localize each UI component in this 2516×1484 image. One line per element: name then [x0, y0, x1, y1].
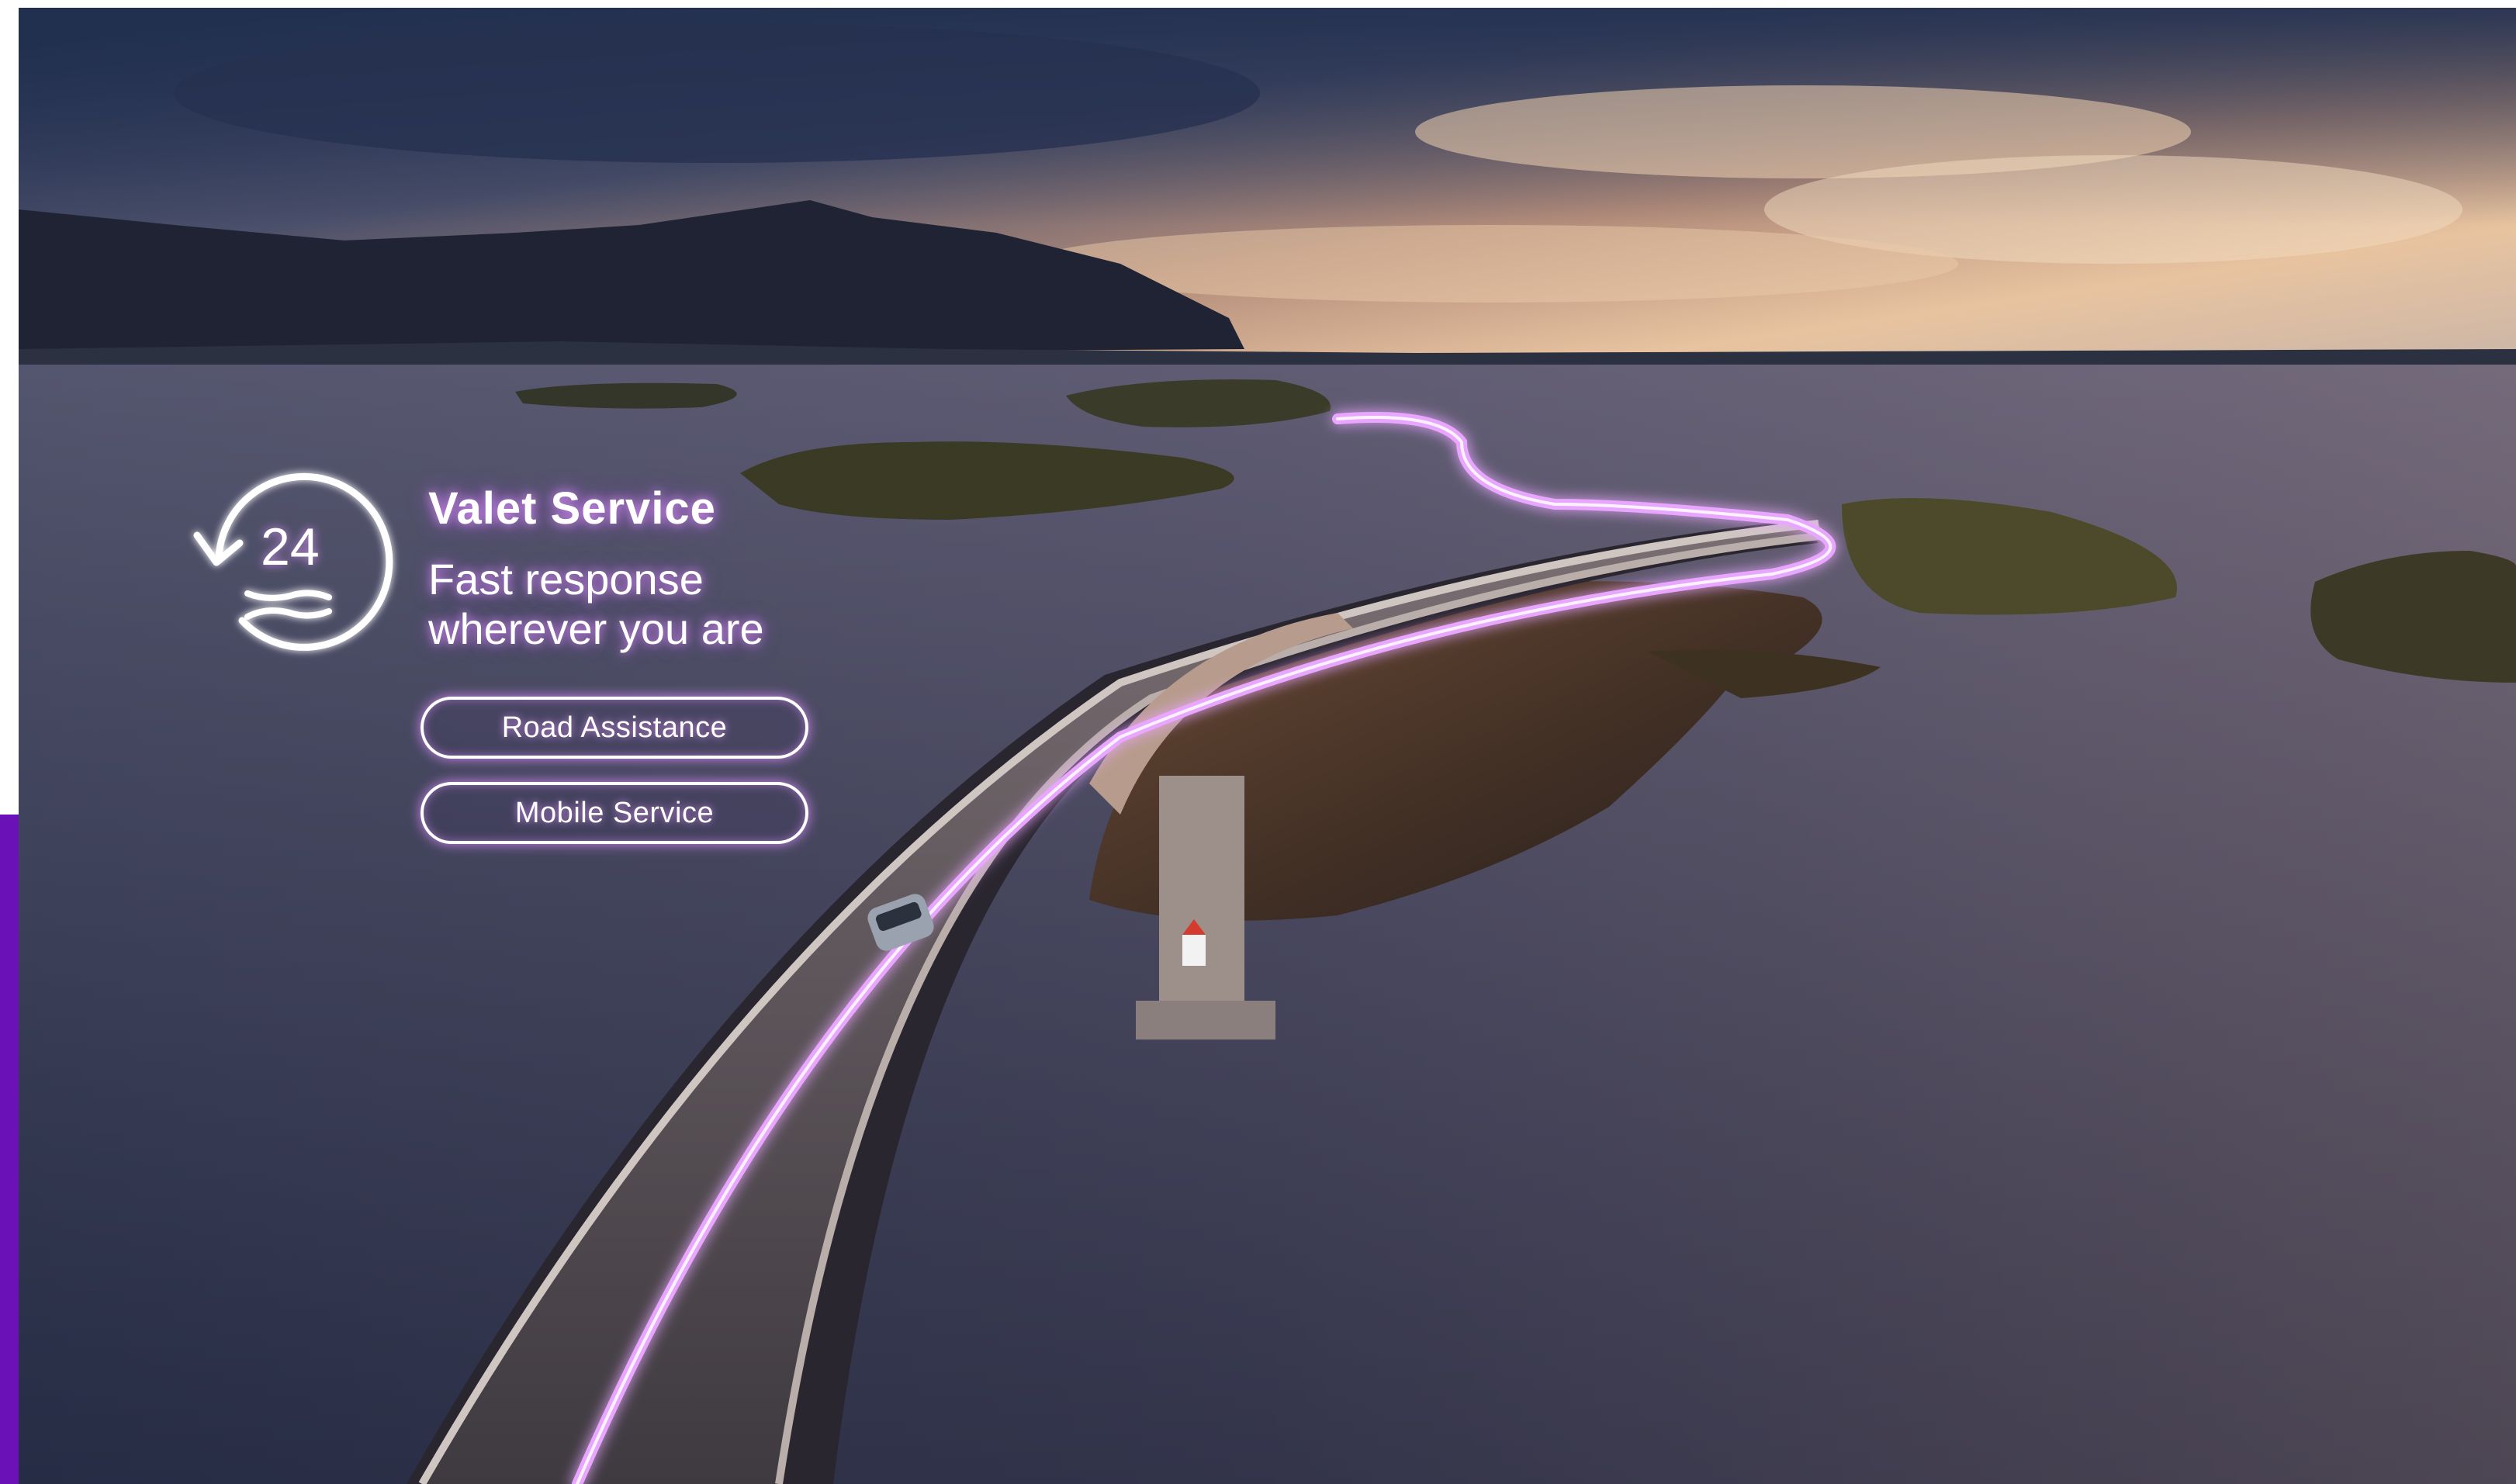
- hero-banner: 24 Valet Service Fast response wherever …: [19, 8, 2516, 1484]
- tagline-line-1: Fast response: [428, 555, 704, 604]
- mobile-service-button[interactable]: Mobile Service: [420, 782, 808, 844]
- icon-24-label: 24: [261, 517, 320, 576]
- road-assistance-button[interactable]: Road Assistance: [420, 697, 808, 759]
- bridge-landscape-image: [19, 8, 2516, 1484]
- tagline: Fast response wherever you are: [428, 555, 764, 654]
- road-assistance-label: Road Assistance: [501, 711, 728, 744]
- 24h-service-icon: 24: [174, 465, 407, 667]
- page-title: Valet Service: [428, 483, 716, 534]
- brand-accent-bar: [0, 815, 19, 1484]
- tagline-line-2: wherever you are: [428, 604, 764, 653]
- page: 24 Valet Service Fast response wherever …: [0, 0, 2516, 1484]
- mobile-service-label: Mobile Service: [514, 796, 715, 829]
